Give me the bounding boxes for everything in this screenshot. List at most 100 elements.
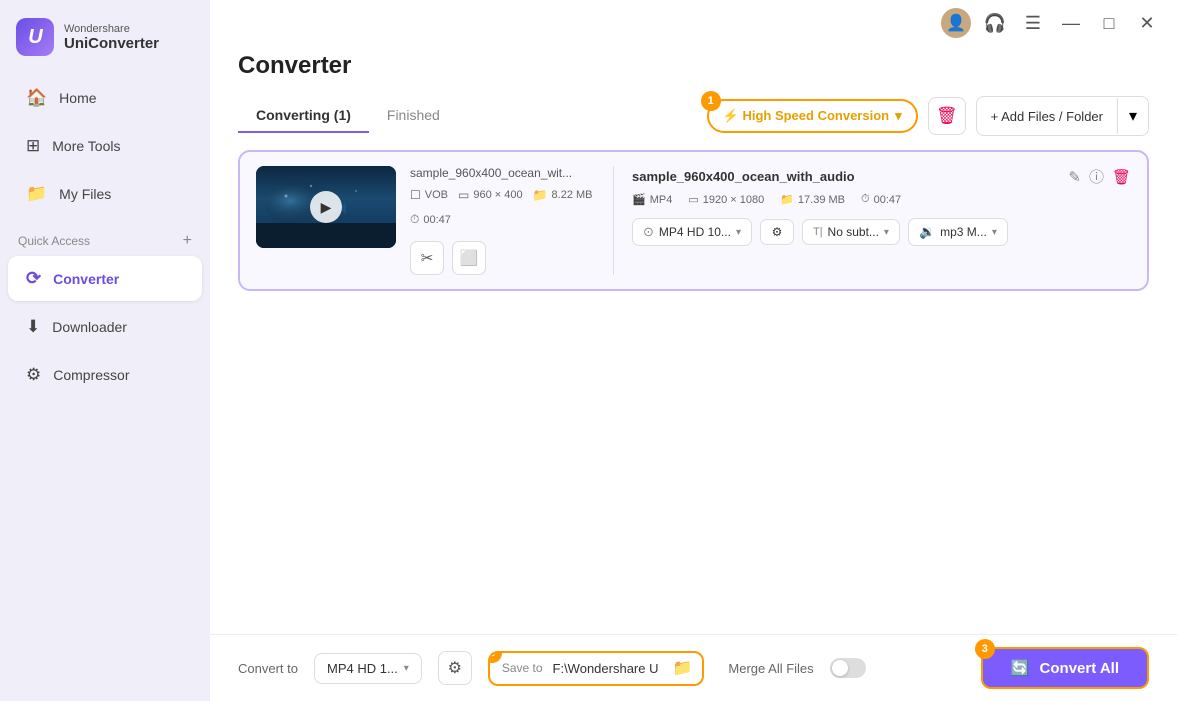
video-thumbnail: ▶ — [256, 166, 396, 248]
logo-text: Wondershare UniConverter — [64, 23, 159, 52]
profile-icon[interactable]: 👤 — [941, 8, 971, 38]
output-size: 📁 17.39 MB — [780, 193, 845, 206]
sidebar-item-home[interactable]: 🏠 Home — [8, 76, 202, 120]
output-file-info: sample_960x400_ocean_with_audio ✎ ⓘ 🗑 🎬 … — [632, 166, 1131, 246]
bottom-bar: Convert to MP4 HD 1... ▾ ⚙ 2 Save to F:\… — [210, 634, 1177, 701]
save-path-value[interactable]: F:\Wondershare U — [543, 653, 669, 684]
output-filename: sample_960x400_ocean_with_audio — [632, 169, 855, 184]
duration-icon: ⏱ — [410, 212, 419, 227]
audio-select[interactable]: 🔉 mp3 M... ▾ — [908, 218, 1008, 246]
main-content: 👤 🎧 ☰ — □ ✕ Converter Converting (1) Fin… — [210, 0, 1177, 701]
high-speed-caret-icon: ▾ — [895, 108, 902, 124]
encoder-select[interactable]: ⚙ — [760, 219, 794, 245]
format-dropdown-caret-icon: ▾ — [404, 663, 409, 674]
sidebar-item-downloader[interactable]: ⬇ Downloader — [8, 305, 202, 349]
compressor-icon: ⚙ — [26, 365, 41, 385]
crop-tool-button[interactable]: ⬜ — [452, 241, 486, 275]
source-duration: ⏱ 00:47 — [410, 212, 451, 227]
source-filename: sample_960x400_ocean_wit... — [410, 166, 595, 180]
file-divider — [613, 166, 614, 275]
source-meta: ☐ VOB ▭ 960 × 400 📁 8.22 MB ⏱ 00:47 — [410, 188, 595, 227]
output-meta: 🎬 MP4 ▭ 1920 × 1080 📁 17.39 MB ⏱ 00:47 — [632, 193, 1131, 206]
subtitle-caret-icon: ▾ — [884, 227, 889, 238]
tab-finished[interactable]: Finished — [369, 99, 458, 133]
dimensions-icon: ▭ — [458, 188, 469, 202]
output-size-icon: 📁 — [780, 193, 794, 206]
output-duration: ⏱ 00:47 — [861, 193, 901, 206]
delete-button[interactable]: 🗑 — [928, 97, 966, 135]
sidebar-converter-label: Converter — [53, 271, 119, 287]
source-size: 📁 8.22 MB — [533, 188, 593, 202]
delete-icon: 🗑 — [936, 106, 958, 126]
audio-caret-icon: ▾ — [992, 227, 997, 238]
sidebar-more-tools-label: More Tools — [52, 138, 120, 154]
headphones-icon[interactable]: 🎧 — [981, 9, 1009, 37]
sidebar-item-compressor[interactable]: ⚙ Compressor — [8, 353, 202, 397]
convert-to-label: Convert to — [238, 661, 298, 676]
logo-area: U Wondershare UniConverter — [0, 0, 210, 74]
sidebar: U Wondershare UniConverter 🏠 Home ⊞ More… — [0, 0, 210, 701]
app-name-label: UniConverter — [64, 35, 159, 52]
format-icon: ☐ — [410, 188, 421, 202]
output-settings-button[interactable]: ⚙ — [438, 651, 472, 685]
tab-converting[interactable]: Converting (1) — [238, 99, 369, 133]
file-card: ▶ sample_960x400_ocean_wit... ☐ VOB ▭ 96… — [238, 150, 1149, 291]
quality-label: MP4 HD 10... — [659, 225, 731, 239]
page-content: Converter Converting (1) Finished 1 ⚡ Hi… — [210, 42, 1177, 634]
merge-files-label: Merge All Files — [728, 661, 813, 676]
source-format: ☐ VOB — [410, 188, 448, 202]
sidebar-item-more-tools[interactable]: ⊞ More Tools — [8, 124, 202, 168]
output-format-icon: 🎬 — [632, 193, 646, 206]
sidebar-downloader-label: Downloader — [52, 319, 127, 335]
output-format-dropdown[interactable]: MP4 HD 1... ▾ — [314, 653, 422, 684]
sidebar-item-converter[interactable]: ⟳ Converter — [8, 256, 202, 301]
settings-icon: ⚙ — [448, 658, 462, 678]
edit-filename-icon[interactable]: ✎ — [1068, 168, 1081, 186]
brand-label: Wondershare — [64, 23, 159, 35]
convert-all-button[interactable]: 3 🔄 Convert All — [981, 647, 1149, 689]
audio-label: mp3 M... — [940, 225, 987, 239]
output-action-icons: ✎ ⓘ 🗑 — [1068, 166, 1131, 187]
minimize-icon[interactable]: — — [1057, 9, 1085, 37]
encoder-icon: ⚙ — [772, 225, 783, 239]
cut-tool-button[interactable]: ✂ — [410, 241, 444, 275]
output-dimensions: ▭ 1920 × 1080 — [688, 193, 764, 206]
my-files-icon: 📁 — [26, 184, 47, 204]
tabs-container: Converting (1) Finished — [238, 99, 458, 133]
toggle-knob — [832, 660, 848, 676]
page-title: Converter — [238, 52, 1149, 80]
size-icon: 📁 — [533, 188, 548, 202]
add-files-chevron-button[interactable]: ▾ — [1118, 97, 1148, 135]
high-speed-label: ⚡ High Speed Conversion — [723, 108, 889, 124]
step3-badge: 3 — [975, 639, 995, 659]
menu-icon[interactable]: ☰ — [1019, 9, 1047, 37]
info-icon[interactable]: ⓘ — [1089, 166, 1104, 187]
delete-output-icon[interactable]: 🗑 — [1112, 168, 1131, 186]
file-tools: ✂ ⬜ — [410, 241, 595, 275]
add-files-button[interactable]: + Add Files / Folder — [977, 102, 1117, 131]
app-logo-icon: U — [16, 18, 54, 56]
sidebar-compressor-label: Compressor — [53, 367, 129, 383]
format-settings-row: ⊙ MP4 HD 10... ▾ ⚙ T| No subt... ▾ 🔉 — [632, 218, 1131, 246]
source-file-info: sample_960x400_ocean_wit... ☐ VOB ▭ 960 … — [410, 166, 595, 275]
convert-icon: 🔄 — [1011, 659, 1030, 677]
quick-access-add-button[interactable]: + — [183, 232, 192, 250]
save-to-label: Save to — [490, 661, 543, 675]
tabs-toolbar: Converting (1) Finished 1 ⚡ High Speed C… — [238, 96, 1149, 136]
high-speed-conversion-button[interactable]: 1 ⚡ High Speed Conversion ▾ — [707, 99, 918, 133]
toolbar-right: 1 ⚡ High Speed Conversion ▾ 🗑 + Add File… — [707, 96, 1149, 136]
sidebar-item-my-files[interactable]: 📁 My Files — [8, 172, 202, 216]
sidebar-home-label: Home — [59, 90, 96, 106]
save-folder-icon[interactable]: 📁 — [668, 658, 702, 678]
converter-icon: ⟳ — [26, 268, 41, 289]
add-files-label: + Add Files / Folder — [991, 109, 1103, 124]
thumbnail-play-button[interactable]: ▶ — [310, 191, 342, 223]
close-icon[interactable]: ✕ — [1133, 9, 1161, 37]
merge-files-toggle[interactable] — [830, 658, 866, 678]
title-bar: 👤 🎧 ☰ — □ ✕ — [210, 0, 1177, 42]
home-icon: 🏠 — [26, 88, 47, 108]
quality-select[interactable]: ⊙ MP4 HD 10... ▾ — [632, 218, 752, 246]
maximize-icon[interactable]: □ — [1095, 9, 1123, 37]
convert-all-label: Convert All — [1040, 660, 1119, 677]
subtitle-select[interactable]: T| No subt... ▾ — [802, 219, 900, 245]
